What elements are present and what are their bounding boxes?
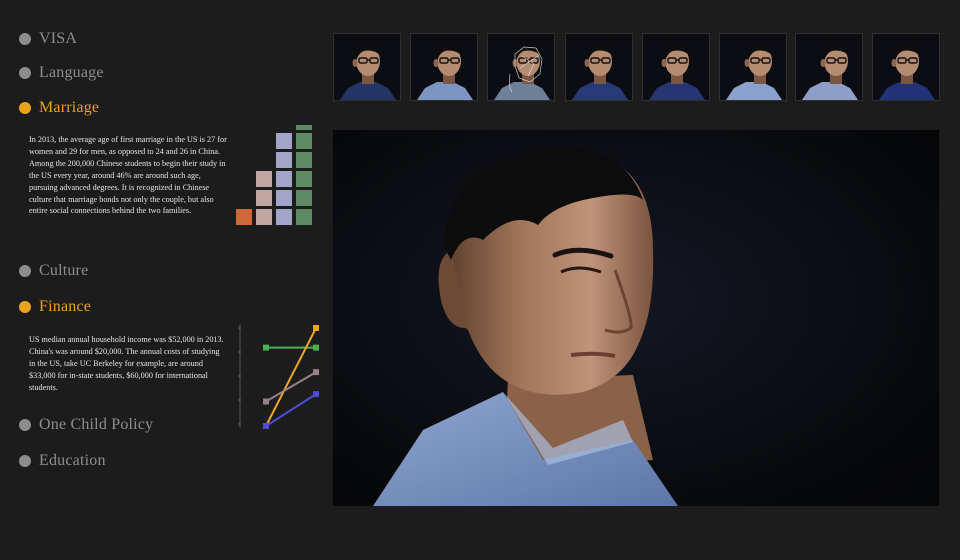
nav-item-culture[interactable]: Culture [19, 262, 88, 280]
nav-label: Culture [39, 262, 89, 279]
bar-chart-square [256, 171, 272, 187]
bar-chart-square [276, 209, 292, 225]
video-thumbnail[interactable] [565, 33, 633, 101]
series-point [313, 369, 319, 376]
nav-label: Education [39, 452, 106, 469]
nav-label: VISA [39, 30, 78, 47]
nav-label: Finance [39, 298, 92, 315]
nav-label: Marriage [39, 99, 100, 116]
nav-label: One Child Policy [39, 416, 154, 433]
bar-chart-square [296, 209, 312, 225]
nav-item-one-child-policy[interactable]: One Child Policy [19, 416, 153, 434]
video-thumbnail[interactable] [872, 33, 940, 101]
nav-item-language[interactable]: Language [19, 64, 104, 82]
series-point [313, 325, 319, 331]
bar-chart-square [276, 152, 292, 168]
bullet-icon [19, 102, 31, 114]
bar-chart-square [276, 190, 292, 206]
series-point [263, 398, 269, 405]
bar-chart-square [296, 171, 312, 187]
finance-paragraph: US median annual household income was $5… [29, 335, 224, 392]
bar-chart-square [296, 190, 312, 206]
video-thumbnail[interactable] [719, 33, 787, 101]
bar-chart-square [236, 209, 252, 225]
video-thumbnail[interactable] [642, 33, 710, 101]
bar-chart-square [256, 190, 272, 206]
nav-item-finance[interactable]: Finance [19, 298, 91, 316]
finance-line-chart [238, 324, 319, 429]
bar-chart-square [296, 125, 312, 130]
series-point [263, 344, 269, 351]
bar-chart-square [296, 152, 312, 168]
series-point [313, 391, 319, 398]
video-thumbnail[interactable] [333, 33, 401, 101]
nav-label: Language [39, 64, 104, 81]
marriage-paragraph: In 2013, the average age of first marria… [29, 135, 227, 216]
bullet-icon [19, 455, 31, 467]
bullet-icon [19, 419, 31, 431]
bar-chart-square [256, 209, 272, 225]
bullet-icon [19, 33, 31, 45]
video-thumbnail[interactable] [487, 33, 555, 101]
video-thumbnail[interactable] [410, 33, 478, 101]
bullet-icon [19, 67, 31, 79]
bullet-icon [19, 265, 31, 277]
nav-item-visa[interactable]: VISA [19, 30, 77, 48]
series-point [263, 423, 269, 429]
bar-chart-square [296, 133, 312, 149]
marriage-bar-chart [236, 125, 312, 225]
main-portrait-photo [333, 130, 939, 506]
bullet-icon [19, 301, 31, 313]
nav-item-marriage[interactable]: Marriage [19, 99, 99, 117]
nav-item-education[interactable]: Education [19, 452, 106, 470]
bar-chart-square [276, 171, 292, 187]
series-point [313, 344, 319, 351]
bar-chart-square [276, 133, 292, 149]
video-thumbnail[interactable] [795, 33, 863, 101]
